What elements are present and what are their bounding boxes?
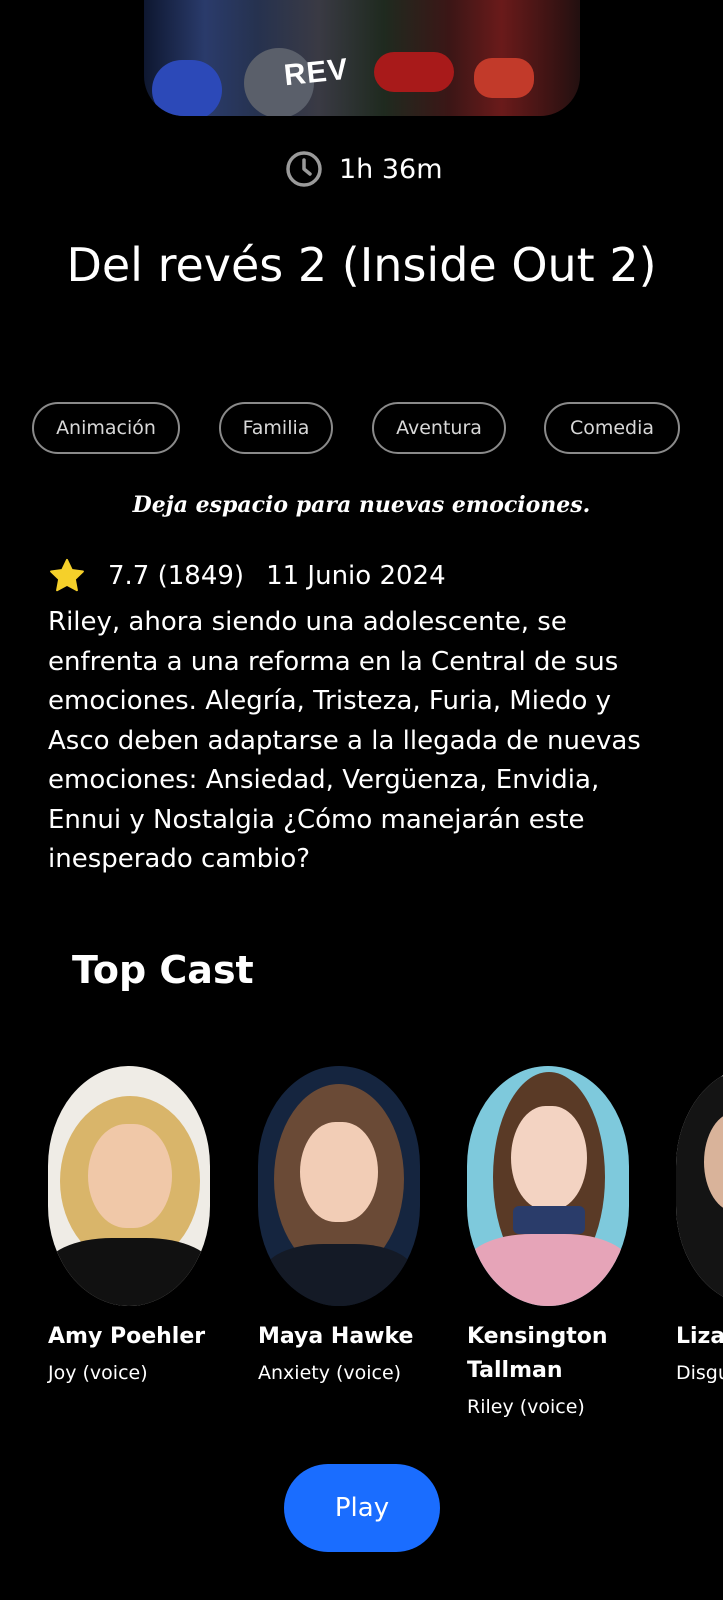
duration-row: 1h 36m (285, 150, 443, 188)
poster-figure-red-2 (474, 58, 534, 98)
cast-card[interactable]: Kensington Tallman Riley (voice) (467, 1066, 657, 1420)
movie-detail-screen: REV 1h 36m Del revés 2 (Inside Out 2) An… (0, 0, 723, 1600)
genre-chip[interactable]: Animación (32, 402, 180, 454)
poster-figure-blue (152, 60, 222, 116)
cast-role: Riley (voice) (467, 1396, 585, 1418)
cast-name: Kensington Tallman (467, 1324, 608, 1383)
release-date: 11 Junio 2024 (266, 561, 446, 591)
duration-text: 1h 36m (339, 153, 443, 185)
genre-chip[interactable]: Aventura (372, 402, 506, 454)
clock-icon (286, 151, 322, 187)
cast-photo (48, 1066, 210, 1306)
cast-name: Amy Poehler (48, 1324, 206, 1349)
cast-card[interactable]: Maya Hawke Anxiety (voice) (258, 1066, 448, 1386)
cast-role: Anxiety (voice) (258, 1362, 402, 1384)
cast-card[interactable]: Liza Disgu (676, 1066, 723, 1386)
genre-chip-list: Animación Familia Aventura Comedia (32, 402, 692, 456)
cast-card[interactable]: Amy Poehler Joy (voice) (48, 1066, 238, 1386)
cast-name: Maya Hawke (258, 1324, 414, 1349)
cast-name: Liza (676, 1324, 723, 1349)
movie-poster: REV (144, 0, 580, 116)
rating-value: 7.7 (1849) (108, 561, 245, 591)
cast-role: Joy (voice) (48, 1362, 148, 1384)
cast-photo (676, 1066, 723, 1306)
movie-tagline: Deja espacio para nuevas emociones. (132, 492, 591, 518)
poster-figure-red (374, 52, 454, 92)
genre-chip[interactable]: Familia (219, 402, 333, 454)
cast-photo (258, 1066, 420, 1306)
cast-photo (467, 1066, 629, 1306)
poster-title-fragment: REV (282, 52, 351, 93)
top-cast-heading: Top Cast (72, 948, 254, 992)
genre-chip[interactable]: Comedia (544, 402, 680, 454)
cast-role: Disgu (676, 1362, 723, 1384)
movie-title: Del revés 2 (Inside Out 2) (66, 238, 657, 292)
rating-row: 7.7 (1849) 11 Junio 2024 (48, 556, 446, 596)
movie-overview: Riley, ahora siendo una adolescente, se … (48, 607, 641, 874)
play-button[interactable]: Play (284, 1464, 440, 1552)
star-icon (50, 558, 84, 592)
